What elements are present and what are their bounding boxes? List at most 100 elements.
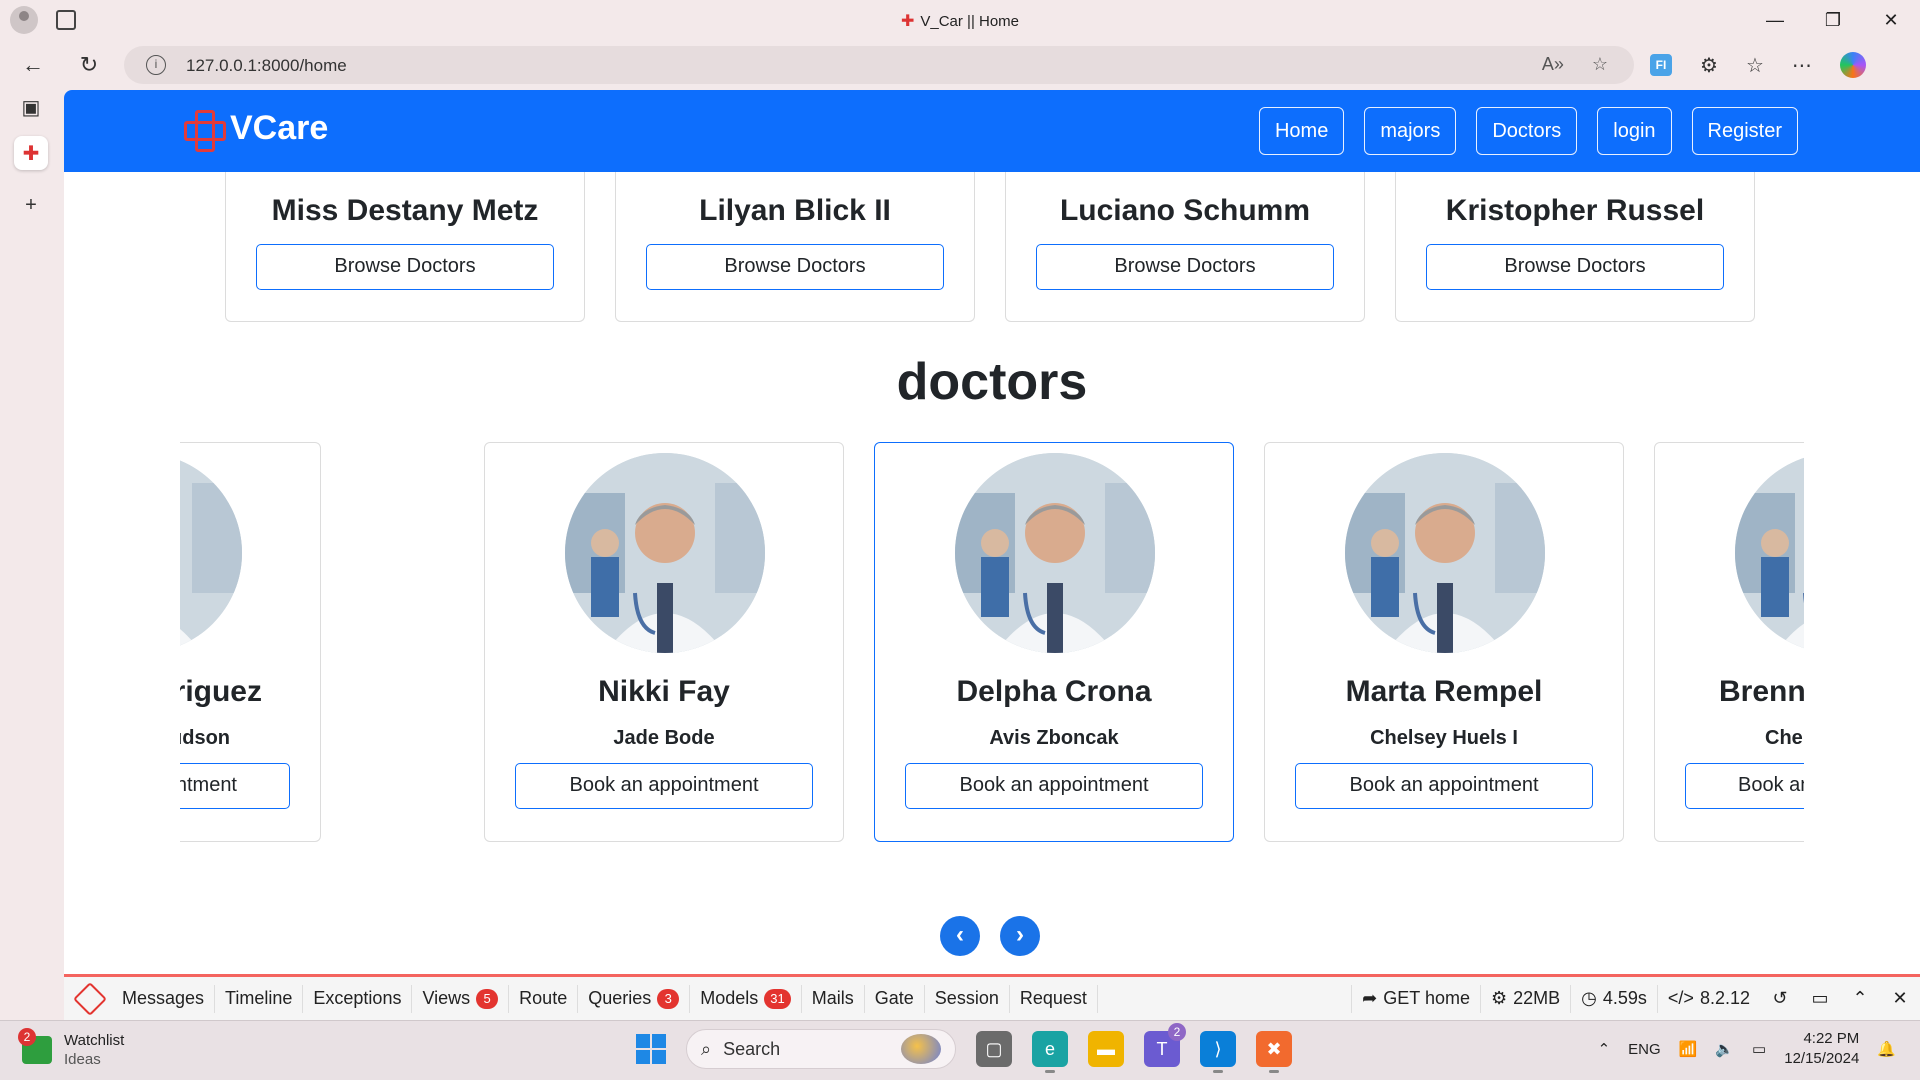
major-card: Miss Destany Metz Browse Doctors — [225, 172, 585, 322]
doctor-card: Nikki Fay Jade Bode Book an appointment — [484, 442, 844, 842]
route-text: GET home — [1383, 988, 1470, 1008]
task-view-icon[interactable]: ▢ — [976, 1031, 1012, 1067]
debugbar-tab-messages[interactable]: Messages — [112, 984, 216, 1013]
back-arrow-icon[interactable]: ← — [18, 50, 48, 80]
doctor-card: Brennon L Chelsey Huels I Book an appoin… — [1654, 442, 1804, 842]
debugbar-count-badge: 5 — [476, 988, 499, 1009]
widget-subtitle: Ideas — [64, 1051, 101, 1068]
debugbar-tab-label: Mails — [811, 988, 854, 1008]
history-icon[interactable]: ↺ — [1760, 977, 1800, 1020]
debug-php-version[interactable]: </> 8.2.12 — [1656, 984, 1760, 1013]
taskbar-search[interactable]: ⌕ Search — [686, 1029, 956, 1069]
carousel-prev-button[interactable]: ‹ — [940, 916, 980, 956]
debug-route[interactable]: ➦ GET home — [1351, 984, 1480, 1013]
brand-name[interactable]: VCare — [230, 109, 328, 148]
extension-fi-icon[interactable]: FI — [1650, 54, 1672, 76]
browse-doctors-button[interactable]: Browse Doctors — [646, 244, 944, 290]
debug-memory[interactable]: ⚙ 22MB — [1479, 984, 1570, 1013]
language-indicator[interactable]: ENG — [1628, 1041, 1661, 1058]
battery-icon[interactable]: ▭ — [1752, 1040, 1766, 1058]
debugbar-tab-route[interactable]: Route — [509, 984, 579, 1013]
address-bar[interactable]: i 127.0.0.1:8000/home A» ☆ — [124, 46, 1634, 84]
brand-cross-icon — [182, 108, 226, 152]
folder-open-icon[interactable]: ▭ — [1800, 977, 1840, 1020]
debugbar-tab-label: Views — [422, 988, 471, 1008]
more-menu-icon[interactable]: ⋯ — [1792, 53, 1812, 78]
doctor-card-active: Delpha Crona Avis Zboncak Book an appoin… — [874, 442, 1234, 842]
major-card: Luciano Schumm Browse Doctors — [1005, 172, 1365, 322]
share-arrow-icon: ➦ — [1362, 988, 1378, 1008]
restore-icon[interactable]: ❐ — [1804, 0, 1862, 40]
nav-majors[interactable]: majors — [1364, 107, 1457, 155]
debugbar-tab-session[interactable]: Session — [925, 984, 1010, 1013]
php-version-text: 8.2.12 — [1699, 988, 1750, 1008]
debugbar-tab-views[interactable]: Views 5 — [412, 984, 510, 1013]
file-explorer-icon[interactable]: ▬ — [1088, 1031, 1124, 1067]
windows-start-icon[interactable] — [636, 1034, 666, 1064]
site-info-icon[interactable]: i — [146, 55, 166, 75]
nav-register[interactable]: Register — [1691, 107, 1798, 155]
debugbar-tab-label: Timeline — [225, 988, 293, 1008]
active-tab-favicon-icon[interactable]: ✚ — [14, 136, 48, 170]
favorite-star-icon[interactable]: ☆ — [1592, 54, 1608, 75]
browser-toolbar: ← ↻ i 127.0.0.1:8000/home A» ☆ FI ⚙ ☆ ⋯ — [0, 40, 1920, 90]
debugbar-tab-timeline[interactable]: Timeline — [215, 984, 304, 1013]
vscode-icon[interactable]: ⟩ — [1200, 1031, 1236, 1073]
book-appointment-button[interactable]: Book an appointment — [1295, 763, 1593, 809]
major-card: Lilyan Blick II Browse Doctors — [615, 172, 975, 322]
doctor-photo — [1345, 453, 1545, 653]
book-appointment-button[interactable]: Book an appointment — [905, 763, 1203, 809]
nav-login[interactable]: login — [1597, 107, 1672, 155]
debugbar-tab-request[interactable]: Request — [1010, 984, 1098, 1013]
extensions-puzzle-icon[interactable]: ⚙ — [1700, 53, 1718, 78]
debugbar-tab-label: Exceptions — [313, 988, 402, 1008]
debugbar-tab-models[interactable]: Models 31 — [690, 984, 802, 1013]
minimize-icon[interactable]: — — [1746, 0, 1804, 40]
doctor-name: Delpha Crona — [956, 675, 1152, 708]
edge-browser-icon[interactable]: e — [1032, 1031, 1068, 1073]
debugbar-tab-label: Gate — [874, 988, 914, 1008]
nav-doctors[interactable]: Doctors — [1476, 107, 1578, 155]
chevron-up-icon[interactable]: ⌃ — [1840, 977, 1880, 1020]
teams-icon[interactable]: T2 — [1144, 1023, 1186, 1067]
url-text[interactable]: 127.0.0.1:8000/home — [186, 56, 347, 76]
tab-actions-icon[interactable]: ▣ — [14, 90, 48, 124]
notification-bell-icon[interactable]: 🔔 — [1877, 1040, 1896, 1058]
carousel-next-button[interactable]: › — [1000, 916, 1040, 956]
clock-time: 4:22 PM — [1803, 1030, 1860, 1047]
xampp-icon[interactable]: ✖ — [1256, 1031, 1292, 1073]
system-clock[interactable]: 4:22 PM 12/15/2024 — [1784, 1029, 1859, 1069]
laravel-logo-icon[interactable] — [73, 982, 107, 1016]
debugbar-tab-mails[interactable]: Mails — [802, 984, 865, 1013]
wifi-icon[interactable]: 📶 — [1679, 1040, 1698, 1058]
doctor-card: Marta Rempel Chelsey Huels I Book an app… — [1264, 442, 1624, 842]
site-navbar: VCare Home majors Doctors login Register — [64, 90, 1920, 172]
read-aloud-icon[interactable]: A» — [1542, 54, 1564, 75]
watchlist-widget[interactable]: 2 Watchlist Ideas — [18, 1028, 124, 1069]
debugbar-tab-exceptions[interactable]: Exceptions — [303, 984, 413, 1013]
close-window-icon[interactable]: ✕ — [1862, 0, 1920, 40]
major-title: Miss Destany Metz — [271, 194, 539, 227]
debugbar-tab-gate[interactable]: Gate — [865, 984, 925, 1013]
tray-chevron-up-icon[interactable]: ⌃ — [1598, 1040, 1611, 1058]
book-appointment-button[interactable]: Book an appointment — [1685, 763, 1804, 809]
book-appointment-button[interactable]: Book an appointment — [515, 763, 813, 809]
copilot-icon[interactable] — [1839, 52, 1866, 78]
debugbar-tab-label: Queries — [588, 988, 652, 1008]
debug-time[interactable]: ◷ 4.59s — [1570, 984, 1657, 1013]
memory-text: 22MB — [1513, 988, 1561, 1008]
close-debugbar-icon[interactable]: ✕ — [1880, 977, 1920, 1020]
volume-icon[interactable]: 🔈 — [1715, 1040, 1734, 1058]
debugbar-tab-label: Route — [519, 988, 568, 1008]
nav-home[interactable]: Home — [1258, 107, 1345, 155]
browse-doctors-button[interactable]: Browse Doctors — [1036, 244, 1334, 290]
browse-doctors-button[interactable]: Browse Doctors — [256, 244, 554, 290]
favorites-icon[interactable]: ☆ — [1746, 53, 1764, 78]
debugbar-tab-queries[interactable]: Queries 3 — [578, 984, 691, 1013]
reload-icon[interactable]: ↻ — [74, 50, 104, 80]
brand[interactable]: VCare — [182, 108, 328, 152]
browse-doctors-button[interactable]: Browse Doctors — [1426, 244, 1724, 290]
new-tab-plus-icon[interactable]: + — [14, 188, 48, 222]
doctor-photo — [565, 453, 765, 653]
book-appointment-button[interactable]: Book an appointment — [180, 763, 290, 809]
